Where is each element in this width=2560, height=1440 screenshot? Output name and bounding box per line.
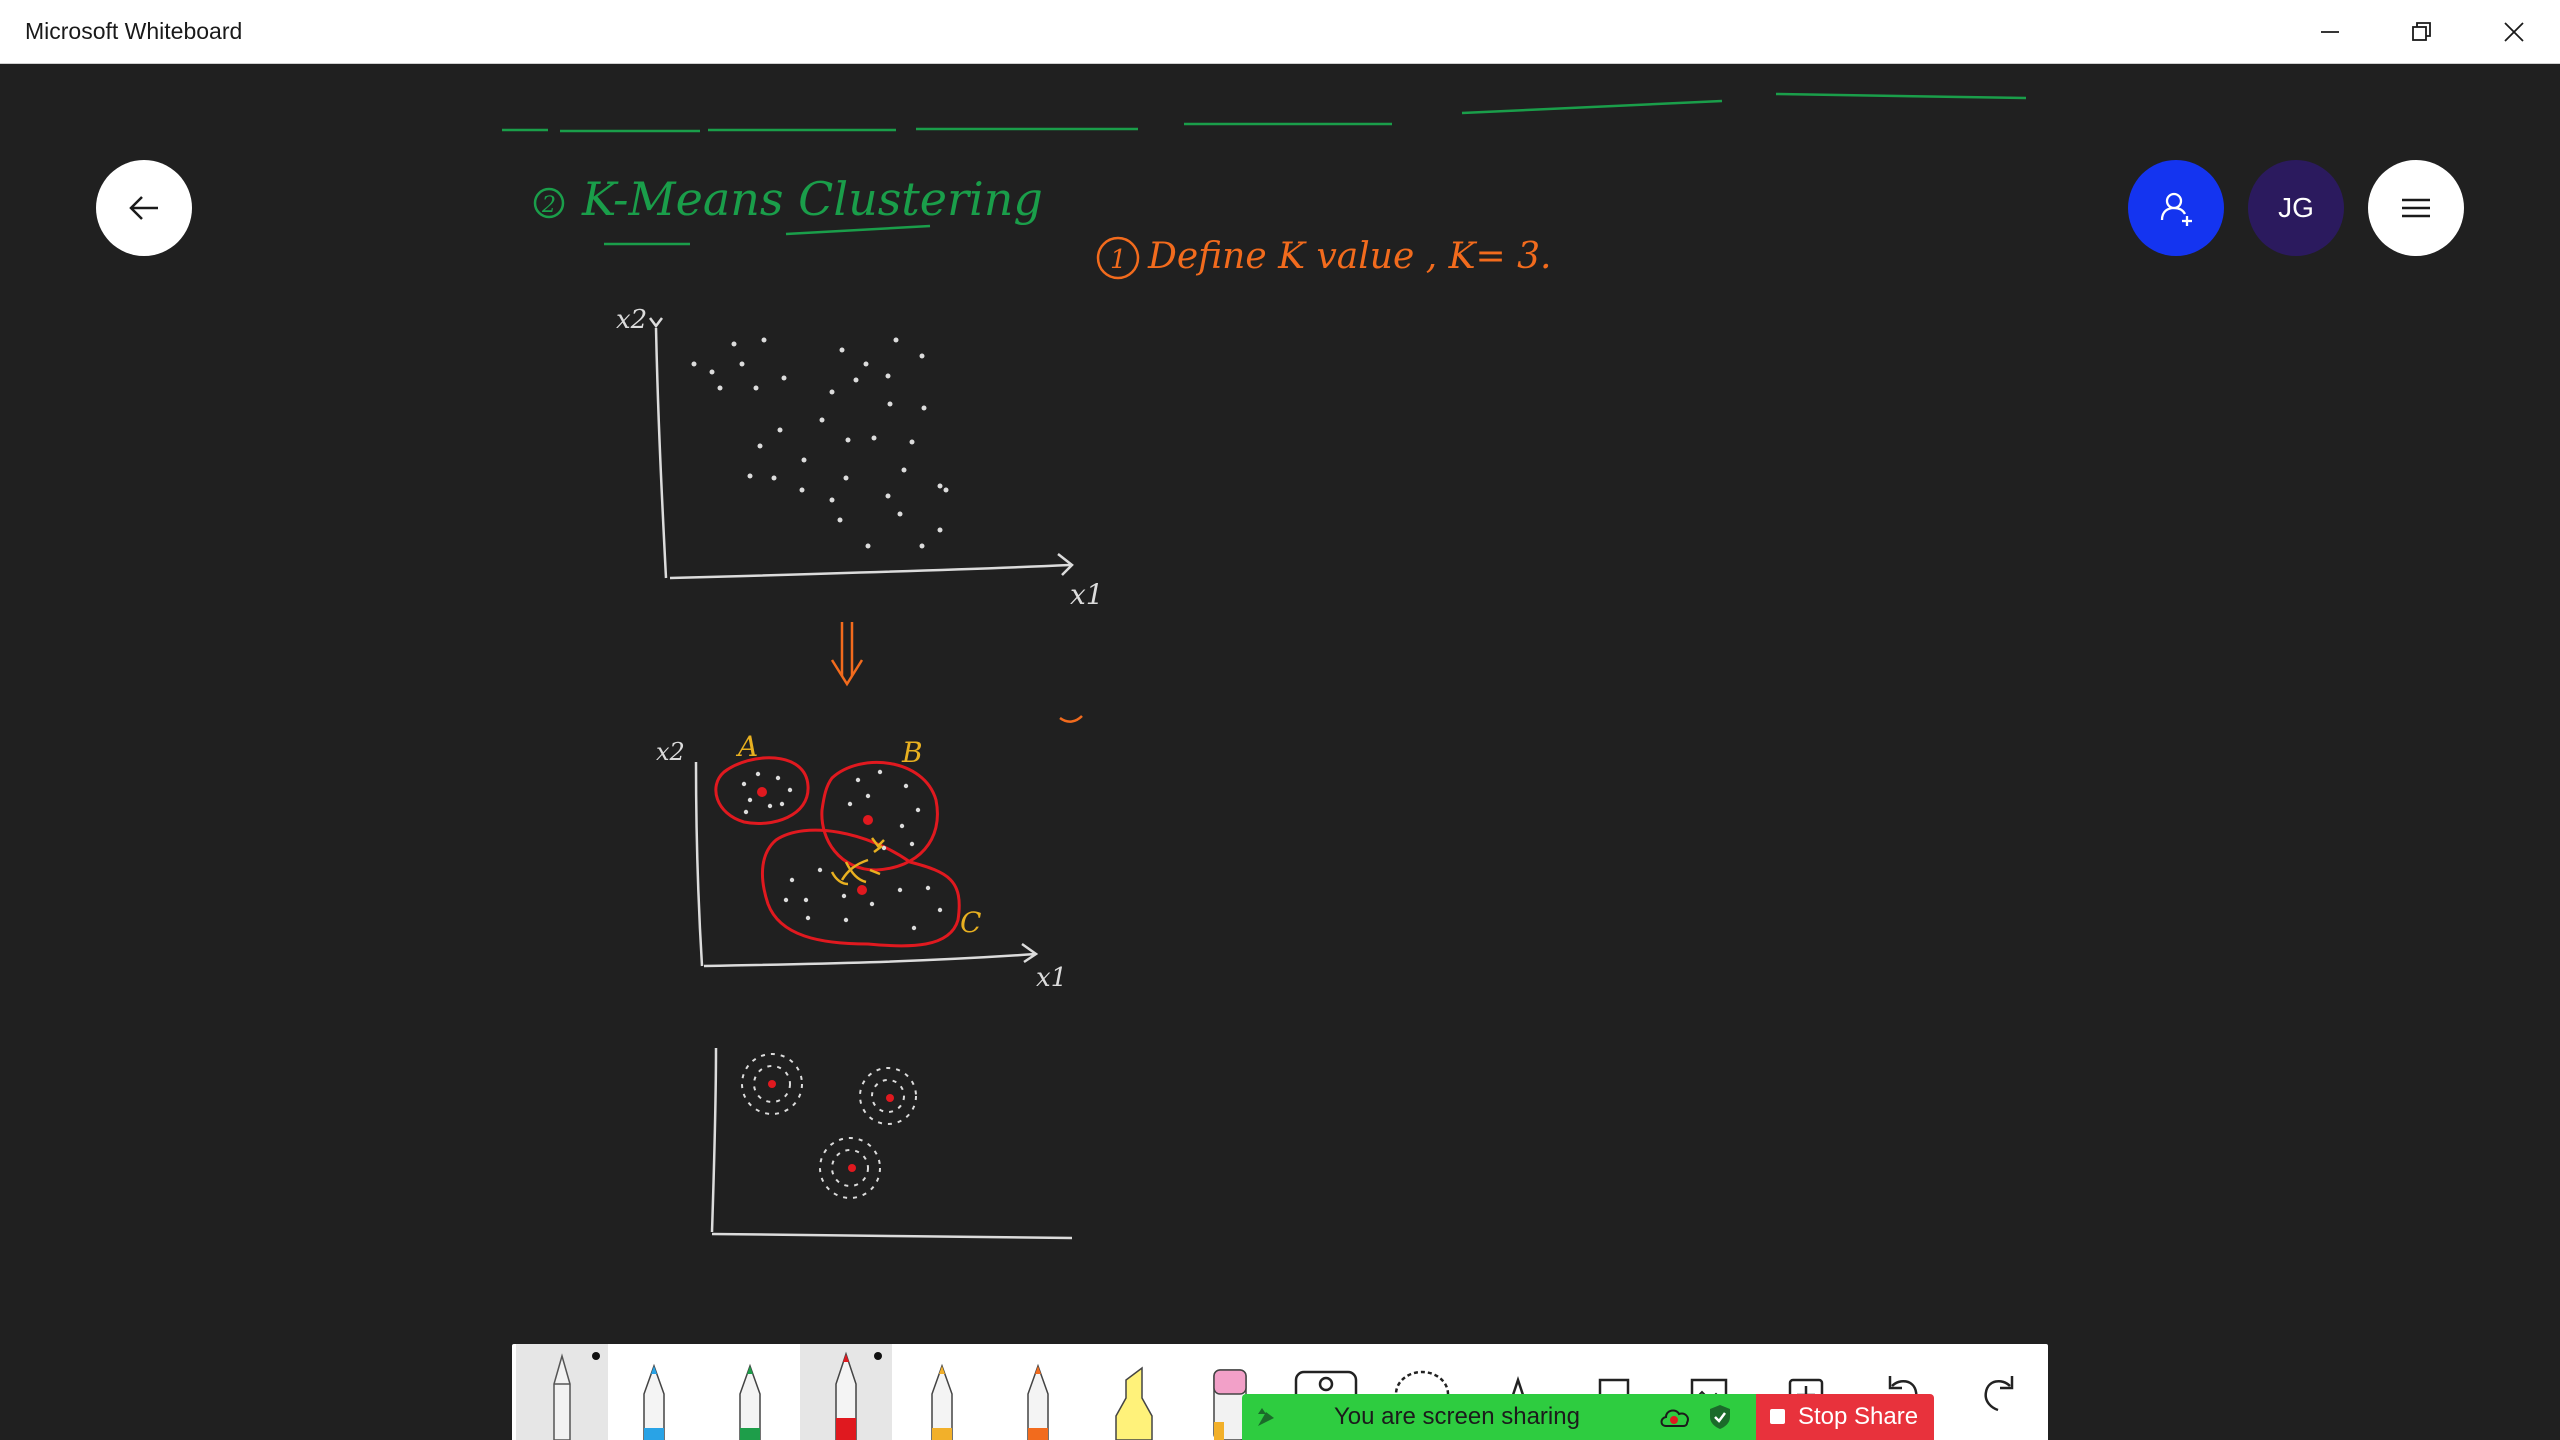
screen-share-bar: You are screen sharing Stop Share bbox=[1242, 1394, 1934, 1440]
pen-orange-icon bbox=[1027, 1363, 1049, 1440]
board-heading: 2 K-Means Clustering bbox=[533, 172, 1043, 246]
distance-marks bbox=[830, 837, 885, 886]
top-green-strokes bbox=[502, 92, 2027, 133]
back-button[interactable] bbox=[96, 160, 192, 256]
drag-handle-icon[interactable] bbox=[1252, 1402, 1282, 1432]
plot-2-y-label: x2 bbox=[656, 738, 685, 766]
plot-3-clusters bbox=[741, 1053, 917, 1199]
plot-2-x-label: x1 bbox=[1036, 963, 1067, 993]
pen-green-icon bbox=[739, 1363, 761, 1440]
cloud-sync-icon[interactable] bbox=[1658, 1404, 1692, 1430]
pen-red-tool[interactable] bbox=[800, 1344, 892, 1440]
plot-1-x-label: x1 bbox=[1070, 578, 1104, 611]
add-person-icon bbox=[2160, 192, 2192, 226]
stop-icon bbox=[1770, 1409, 1785, 1424]
pen-blue-tool[interactable] bbox=[608, 1344, 700, 1440]
heading-text: K-Means Clustering bbox=[581, 172, 1043, 226]
pen-white-tool[interactable] bbox=[516, 1344, 608, 1440]
step-text: Define K value , K= 3. bbox=[1147, 236, 1551, 277]
cluster-outlines bbox=[714, 756, 961, 948]
shield-check-icon[interactable] bbox=[1706, 1403, 1734, 1431]
plot-3-axes bbox=[710, 1047, 1073, 1240]
plot-2-axes bbox=[694, 761, 1039, 968]
stop-share-button[interactable]: Stop Share bbox=[1756, 1394, 1934, 1440]
down-arrow bbox=[830, 622, 864, 687]
stop-share-label: Stop Share bbox=[1798, 1403, 1919, 1430]
share-status-panel: You are screen sharing bbox=[1242, 1394, 1756, 1440]
selected-dot bbox=[874, 1352, 882, 1360]
cluster-label-b: B bbox=[901, 736, 923, 769]
highlighter-icon bbox=[1115, 1366, 1153, 1440]
selected-dot bbox=[592, 1352, 600, 1360]
arrow-left-icon bbox=[129, 196, 158, 220]
avatar[interactable]: JG bbox=[2248, 160, 2344, 256]
invite-button[interactable] bbox=[2128, 160, 2224, 256]
share-status-text: You are screen sharing bbox=[1334, 1403, 1580, 1430]
pen-blue-icon bbox=[643, 1363, 665, 1440]
cluster-label-c: C bbox=[960, 906, 981, 939]
plot-2-points bbox=[741, 769, 943, 931]
plot-1-axes bbox=[649, 317, 1074, 580]
pen-yellow-tool[interactable] bbox=[896, 1344, 988, 1440]
hamburger-icon bbox=[2402, 198, 2430, 218]
menu-button[interactable] bbox=[2368, 160, 2464, 256]
highlighter-tool[interactable] bbox=[1088, 1344, 1180, 1440]
step-number: 1 bbox=[1110, 245, 1127, 275]
pen-orange-tool[interactable] bbox=[992, 1344, 1084, 1440]
plot-1-y-label: x2 bbox=[616, 305, 647, 335]
pen-green-tool[interactable] bbox=[704, 1344, 796, 1440]
plot-1-points bbox=[691, 337, 949, 549]
redo-button[interactable] bbox=[1952, 1344, 2044, 1440]
pen-yellow-icon bbox=[931, 1363, 953, 1440]
redo-icon bbox=[1984, 1376, 2014, 1412]
step-text-group: 1 Define K value , K= 3. bbox=[1096, 236, 1551, 280]
heading-number: 2 bbox=[541, 193, 556, 218]
